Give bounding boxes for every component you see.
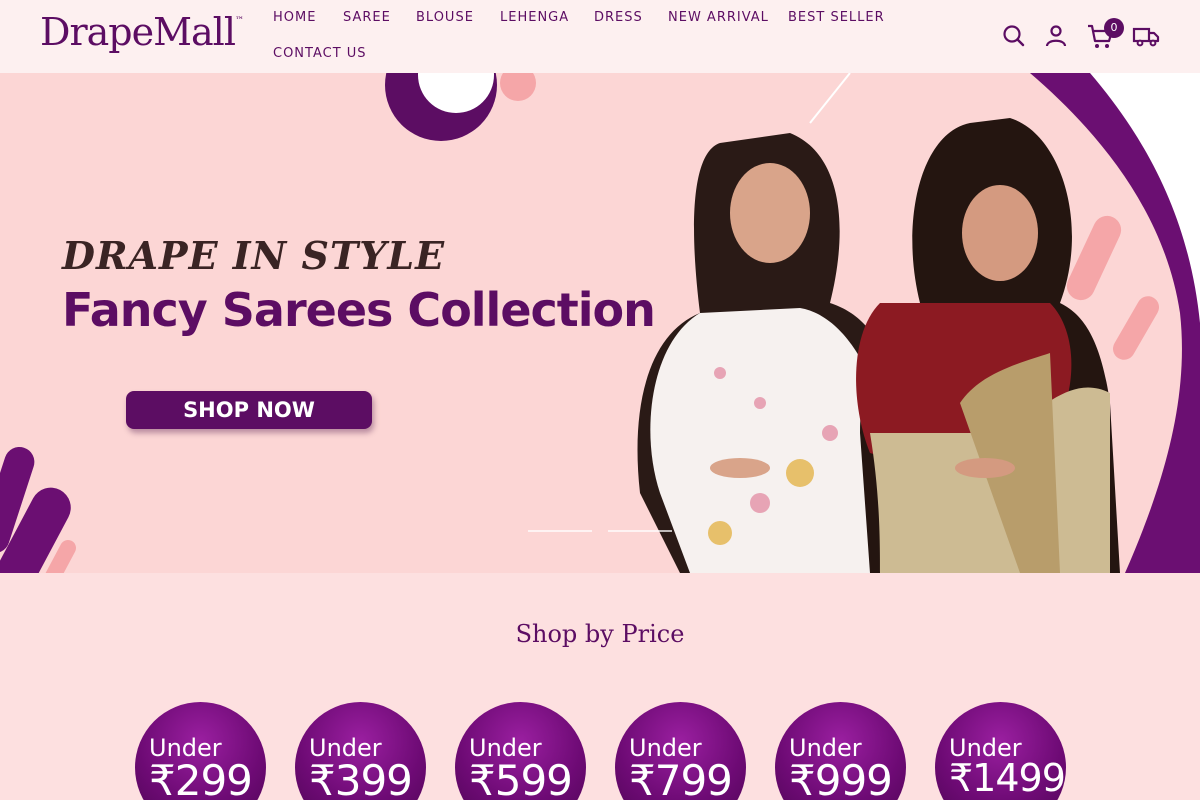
header-icons xyxy=(1000,22,1160,50)
search-icon[interactable] xyxy=(1000,22,1028,50)
nav-best-seller[interactable]: BEST SELLER xyxy=(788,10,885,25)
hero-banner[interactable]: DRAPE IN STYLE Fancy Sarees Collection S… xyxy=(0,73,1200,573)
hero-tagline: DRAPE IN STYLE xyxy=(62,233,446,278)
slider-dot-2[interactable] xyxy=(608,530,672,532)
slider-dot-1[interactable] xyxy=(528,530,592,532)
hero-headline: Fancy Sarees Collection xyxy=(62,283,656,337)
price-amount: ₹799 xyxy=(629,756,733,800)
shop-now-button[interactable]: SHOP NOW xyxy=(126,391,372,429)
nav-new-arrival[interactable]: NEW ARRIVAL xyxy=(668,10,769,25)
brand-logo[interactable]: DrapeMall™ xyxy=(40,10,244,54)
account-icon[interactable] xyxy=(1042,22,1070,50)
slider-pagination xyxy=(528,529,678,533)
delivery-truck-icon[interactable] xyxy=(1132,22,1160,50)
price-tile-299[interactable]: Under ₹299 xyxy=(135,702,266,800)
nav-dress[interactable]: DRESS xyxy=(594,10,643,25)
trademark: ™ xyxy=(234,16,244,26)
nav-lehenga[interactable]: LEHENGA xyxy=(500,10,569,25)
nav-contact-us[interactable]: CONTACT US xyxy=(273,46,367,61)
shop-by-price-title: Shop by Price xyxy=(515,620,685,648)
price-amount: ₹1499 xyxy=(949,756,1066,800)
price-tile-799[interactable]: Under ₹799 xyxy=(615,702,746,800)
price-tile-999[interactable]: Under ₹999 xyxy=(775,702,906,800)
price-amount: ₹299 xyxy=(149,756,253,800)
price-tile-399[interactable]: Under ₹399 xyxy=(295,702,426,800)
cart-count-badge: 0 xyxy=(1104,18,1124,38)
brand-name: DrapeMall xyxy=(40,10,236,54)
nav-home[interactable]: HOME xyxy=(273,10,316,25)
nav-blouse[interactable]: BLOUSE xyxy=(416,10,474,25)
price-tile-599[interactable]: Under ₹599 xyxy=(455,702,586,800)
model-figure-right xyxy=(856,118,1120,573)
price-amount: ₹599 xyxy=(469,756,573,800)
price-amount: ₹999 xyxy=(789,756,893,800)
price-amount: ₹399 xyxy=(309,756,413,800)
nav-saree[interactable]: SAREE xyxy=(343,10,391,25)
price-tile-1499[interactable]: Under ₹1499 xyxy=(935,702,1066,800)
site-header: DrapeMall™ HOME SAREE BLOUSE LEHENGA DRE… xyxy=(0,0,1200,73)
